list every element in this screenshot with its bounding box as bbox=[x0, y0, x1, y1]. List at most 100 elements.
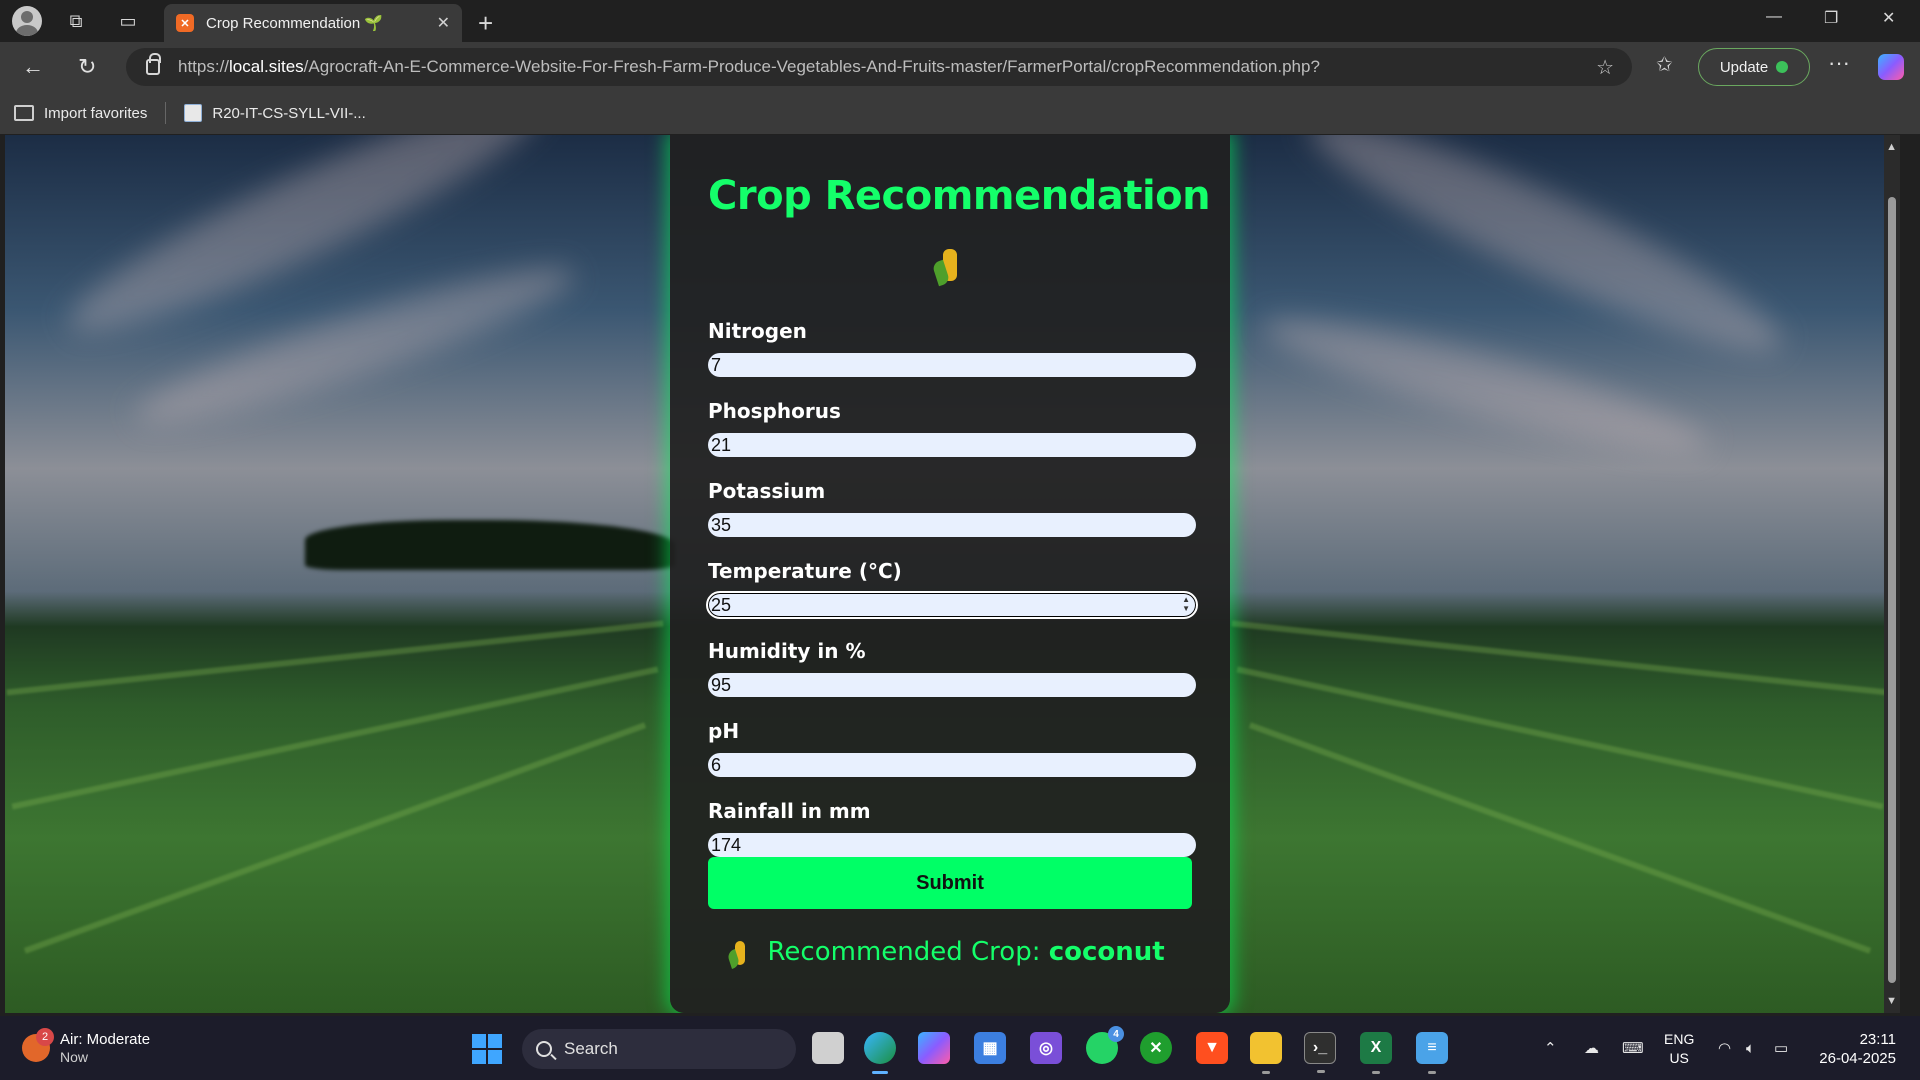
background-cloud bbox=[1255, 296, 1715, 474]
temperature-value: 25 bbox=[711, 595, 732, 615]
more-options-icon[interactable]: ··· bbox=[1828, 50, 1850, 76]
document-icon bbox=[184, 104, 203, 122]
nitrogen-input[interactable]: 7 bbox=[708, 353, 1196, 377]
scrollbar-thumb[interactable] bbox=[1888, 197, 1896, 983]
recommendation-result: Recommended Crop: coconut bbox=[708, 937, 1192, 967]
close-window-button[interactable]: ✕ bbox=[1882, 8, 1895, 28]
search-label: Search bbox=[564, 1039, 618, 1058]
taskbar-search[interactable]: Search bbox=[522, 1029, 796, 1069]
clock-date: 26-04-2025 bbox=[1819, 1050, 1896, 1067]
temperature-field: Temperature (°C) 25 ▲ ▼ bbox=[706, 555, 1198, 619]
rainfall-label: Rainfall in mm bbox=[708, 799, 871, 823]
xbox-icon[interactable]: ✕ bbox=[1140, 1032, 1172, 1064]
update-button[interactable]: Update bbox=[1698, 48, 1810, 86]
temperature-input[interactable]: 25 ▲ ▼ bbox=[706, 591, 1198, 619]
vertical-tabs-icon[interactable]: ▭ bbox=[114, 7, 142, 35]
minimize-button[interactable]: — bbox=[1766, 8, 1782, 26]
file-explorer-icon[interactable] bbox=[1250, 1032, 1282, 1074]
temperature-label: Temperature (°C) bbox=[708, 559, 902, 583]
potassium-input[interactable]: 35 bbox=[708, 513, 1196, 537]
tab-close-icon[interactable]: ✕ bbox=[437, 13, 450, 33]
edge-icon[interactable] bbox=[864, 1032, 896, 1074]
new-tab-button[interactable]: + bbox=[478, 8, 493, 39]
url-prefix: https:// bbox=[178, 57, 230, 76]
scroll-up-icon[interactable]: ▲ bbox=[1886, 141, 1897, 153]
language-indicator[interactable]: ENG US bbox=[1664, 1030, 1694, 1068]
search-icon bbox=[536, 1041, 552, 1057]
battery-icon[interactable]: ▭ bbox=[1774, 1016, 1788, 1080]
browser-titlebar: ⧉ ▭ ✕ Crop Recommendation 🌱 ✕ + — ❐ ✕ bbox=[0, 0, 1920, 42]
background-treeline bbox=[305, 520, 675, 570]
number-spinner-icon[interactable]: ▲ ▼ bbox=[1182, 595, 1190, 613]
tray-chevron-icon[interactable]: ⌃ bbox=[1544, 1016, 1557, 1080]
onedrive-icon[interactable]: ☁ bbox=[1584, 1016, 1599, 1080]
profile-avatar[interactable] bbox=[12, 6, 42, 36]
phosphorus-input[interactable]: 21 bbox=[708, 433, 1196, 457]
refresh-button[interactable]: ↻ bbox=[78, 54, 96, 80]
copilot-taskbar-icon[interactable] bbox=[918, 1032, 950, 1064]
address-bar-row: ← ↻ https://local.sites/Agrocraft-An-E-C… bbox=[0, 42, 1920, 92]
update-label: Update bbox=[1719, 58, 1769, 76]
humidity-label: Humidity in % bbox=[708, 639, 866, 663]
url-text[interactable]: https://local.sites/Agrocraft-An-E-Comme… bbox=[178, 57, 1320, 77]
ph-label: pH bbox=[708, 719, 740, 743]
weather-badge: 2 bbox=[36, 1027, 54, 1046]
keyboard-icon[interactable]: ⌨ bbox=[1622, 1016, 1644, 1080]
photos-icon[interactable]: ◎ bbox=[1030, 1032, 1062, 1064]
terminal-icon[interactable]: ›_ bbox=[1304, 1032, 1336, 1073]
volume-icon[interactable]: 🔈︎ bbox=[1746, 1016, 1755, 1080]
rainfall-input[interactable]: 174 bbox=[708, 833, 1196, 857]
favorite-star-icon[interactable]: ☆ bbox=[1596, 55, 1614, 80]
scrollbar[interactable]: ▲ ▼ bbox=[1884, 135, 1900, 1013]
potassium-field: Potassium 35 bbox=[708, 475, 1196, 537]
workspaces-icon[interactable]: ⧉ bbox=[62, 7, 90, 35]
back-button[interactable]: ← bbox=[22, 54, 44, 80]
url-path: /Agrocraft-An-E-Commerce-Website-For-Fre… bbox=[303, 57, 1320, 76]
store-icon[interactable]: ▦ bbox=[974, 1032, 1006, 1064]
crop-form: Nitrogen 7 Phosphorus 21 Potassium 35 Te… bbox=[706, 315, 1198, 909]
task-view-icon[interactable] bbox=[812, 1032, 844, 1064]
excel-icon[interactable]: X bbox=[1360, 1032, 1392, 1074]
whatsapp-icon[interactable]: 4 bbox=[1086, 1026, 1124, 1064]
lock-icon[interactable] bbox=[146, 53, 161, 75]
phosphorus-field: Phosphorus 21 bbox=[708, 395, 1196, 457]
favorite-syllabus-label: R20-IT-CS-SYLL-VII-... bbox=[212, 104, 366, 122]
weather-widget[interactable]: 2 Air: Moderate Now bbox=[22, 1027, 150, 1065]
favorites-divider bbox=[165, 102, 167, 124]
clock[interactable]: 23:11 26-04-2025 bbox=[1812, 1030, 1896, 1068]
wifi-icon[interactable]: ◠ bbox=[1718, 1016, 1731, 1080]
corn-icon bbox=[735, 940, 746, 965]
submit-button[interactable]: Submit bbox=[708, 857, 1192, 909]
active-tab[interactable]: ✕ Crop Recommendation 🌱 ✕ bbox=[164, 4, 462, 42]
corn-icon bbox=[943, 249, 957, 282]
tab-favicon-icon: ✕ bbox=[176, 14, 194, 32]
humidity-input[interactable]: 95 bbox=[708, 673, 1196, 697]
scroll-down-icon[interactable]: ▼ bbox=[1886, 995, 1897, 1007]
start-button[interactable] bbox=[472, 1034, 502, 1064]
background-field-row bbox=[1236, 666, 1884, 810]
ph-field: pH 6 bbox=[708, 715, 1196, 777]
favorites-icon[interactable]: ✩ bbox=[1656, 52, 1673, 77]
update-heart-icon bbox=[1776, 61, 1789, 73]
lang-top: ENG bbox=[1664, 1031, 1695, 1047]
brave-icon[interactable]: ▼ bbox=[1196, 1032, 1228, 1064]
favorites-bar: Import favorites R20-IT-CS-SYLL-VII-... bbox=[0, 92, 1920, 134]
result-value: coconut bbox=[1048, 937, 1165, 967]
rainfall-field: Rainfall in mm 174 bbox=[708, 795, 1196, 857]
favorite-syllabus-link[interactable]: R20-IT-CS-SYLL-VII-... bbox=[184, 104, 366, 122]
clock-time: 23:11 bbox=[1859, 1031, 1896, 1048]
ph-input[interactable]: 6 bbox=[708, 753, 1196, 777]
notepad-icon[interactable]: ≡ bbox=[1416, 1032, 1448, 1074]
nitrogen-label: Nitrogen bbox=[708, 319, 807, 343]
import-favorites-link[interactable]: Import favorites bbox=[14, 105, 147, 122]
background-field-row bbox=[1248, 722, 1872, 954]
copilot-icon[interactable] bbox=[1878, 54, 1904, 80]
restore-button[interactable]: ❐ bbox=[1824, 8, 1838, 28]
weather-sub: Now bbox=[60, 1049, 89, 1065]
nitrogen-field: Nitrogen 7 bbox=[708, 315, 1196, 377]
result-label: Recommended Crop: bbox=[767, 937, 1041, 967]
background-field-row bbox=[23, 722, 647, 954]
address-bar[interactable]: https://local.sites/Agrocraft-An-E-Comme… bbox=[126, 48, 1632, 86]
url-host: local.sites bbox=[229, 57, 304, 76]
import-favorites-icon bbox=[14, 105, 34, 121]
